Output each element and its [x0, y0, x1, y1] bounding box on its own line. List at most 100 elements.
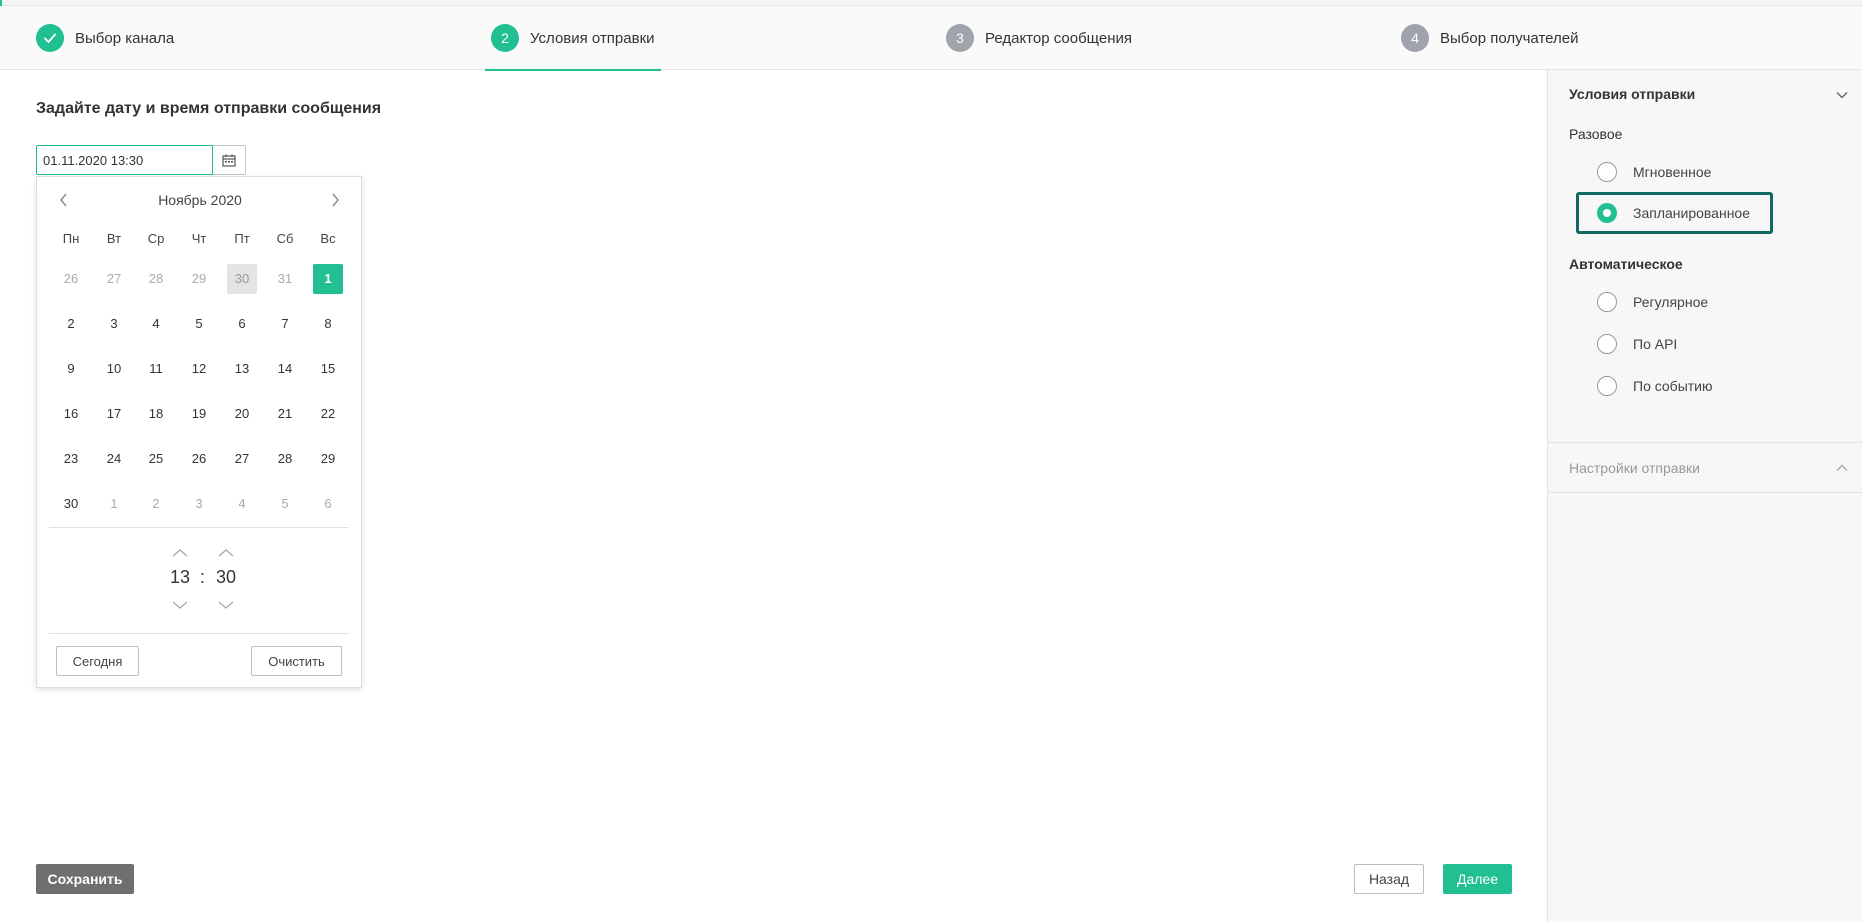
send-conditions-panel: Условия отправки Разовое Мгновенное Запл… — [1547, 70, 1862, 922]
calendar-day[interactable]: 20 — [227, 399, 257, 429]
calendar-day[interactable]: 5 — [270, 489, 300, 519]
calendar-day[interactable]: 8 — [313, 309, 343, 339]
step-channel[interactable]: Выбор канала — [36, 6, 174, 70]
calendar-day[interactable]: 26 — [184, 444, 214, 474]
calendar-day[interactable]: 13 — [227, 354, 257, 384]
next-button[interactable]: Далее — [1443, 864, 1512, 894]
group-label-auto: Автоматическое — [1569, 256, 1683, 272]
calendar-day[interactable]: 16 — [56, 399, 86, 429]
calendar-day[interactable]: 18 — [141, 399, 171, 429]
calendar-day[interactable]: 7 — [270, 309, 300, 339]
calendar-day[interactable]: 14 — [270, 354, 300, 384]
hour-up-button[interactable] — [168, 545, 192, 561]
calendar-day[interactable]: 2 — [56, 309, 86, 339]
calendar-day[interactable]: 22 — [313, 399, 343, 429]
divider — [1548, 442, 1862, 443]
calendar-day-selected[interactable]: 1 — [313, 264, 343, 294]
calendar-day[interactable]: 5 — [184, 309, 214, 339]
radio-circle-checked — [1597, 203, 1617, 223]
radio-event[interactable]: По событию — [1597, 375, 1713, 397]
panel-title: Условия отправки — [1569, 86, 1696, 102]
clear-button[interactable]: Очистить — [251, 646, 342, 676]
datetime-input[interactable]: 01.11.2020 13:30 — [36, 145, 213, 175]
calendar-day-today[interactable]: 30 — [227, 264, 257, 294]
collapse-panel-button[interactable] — [1834, 87, 1850, 103]
calendar-day[interactable]: 21 — [270, 399, 300, 429]
chevron-down-icon — [218, 601, 234, 609]
active-step-underline — [485, 69, 661, 71]
radio-circle — [1597, 334, 1617, 354]
calendar-day[interactable]: 9 — [56, 354, 86, 384]
chevron-up-icon — [1836, 464, 1848, 471]
divider — [49, 633, 349, 634]
step-label: Условия отправки — [530, 29, 655, 47]
hour-down-button[interactable] — [168, 597, 192, 613]
calendar-day[interactable]: 3 — [184, 489, 214, 519]
calendar-day[interactable]: 27 — [227, 444, 257, 474]
calendar-button[interactable] — [213, 145, 246, 175]
step-label: Выбор канала — [75, 29, 175, 47]
calendar-day[interactable]: 26 — [56, 264, 86, 294]
divider — [49, 527, 349, 528]
calendar-day[interactable]: 3 — [99, 309, 129, 339]
chevron-up-icon — [218, 549, 234, 557]
page-title: Задайте дату и время отправки сообщения — [36, 100, 382, 117]
calendar-day[interactable]: 17 — [99, 399, 129, 429]
weekday-label: Вт — [106, 231, 122, 246]
datepicker-popup: Ноябрь 2020 Пн Вт Ср Чт Пт Сб Вс 26 27 2… — [36, 176, 362, 688]
step-number: 3 — [946, 24, 974, 52]
divider — [1548, 492, 1862, 493]
step-editor[interactable]: 3 Редактор сообщения — [946, 6, 1132, 70]
step-label: Выбор получателей — [1440, 29, 1579, 47]
calendar-day[interactable]: 25 — [141, 444, 171, 474]
radio-instant[interactable]: Мгновенное — [1597, 161, 1711, 183]
send-settings-header[interactable]: Настройки отправки — [1569, 460, 1700, 476]
weekday-label: Вс — [320, 231, 336, 246]
calendar-day[interactable]: 12 — [184, 354, 214, 384]
radio-circle — [1597, 292, 1617, 312]
calendar-day[interactable]: 10 — [99, 354, 129, 384]
calendar-day[interactable]: 2 — [141, 489, 171, 519]
radio-api[interactable]: По API — [1597, 333, 1677, 355]
calendar-day[interactable]: 15 — [313, 354, 343, 384]
calendar-day[interactable]: 23 — [56, 444, 86, 474]
minute-down-button[interactable] — [214, 597, 238, 613]
step-recipients[interactable]: 4 Выбор получателей — [1401, 6, 1578, 70]
calendar-day[interactable]: 29 — [184, 264, 214, 294]
step-conditions[interactable]: 2 Условия отправки — [485, 6, 661, 71]
calendar-day[interactable]: 28 — [141, 264, 171, 294]
check-icon — [36, 24, 64, 52]
calendar-day[interactable]: 27 — [99, 264, 129, 294]
minute-value[interactable]: 30 — [206, 567, 246, 588]
calendar-day[interactable]: 19 — [184, 399, 214, 429]
step-number: 4 — [1401, 24, 1429, 52]
chevron-down-icon — [172, 601, 188, 609]
expand-settings-button[interactable] — [1834, 460, 1850, 476]
weekday-label: Пн — [62, 231, 80, 246]
save-button[interactable]: Сохранить — [36, 864, 134, 894]
radio-scheduled[interactable]: Запланированное — [1597, 202, 1750, 224]
calendar-day[interactable]: 29 — [313, 444, 343, 474]
chevron-right-icon — [332, 193, 339, 207]
radio-regular[interactable]: Регулярное — [1597, 291, 1708, 313]
calendar-day[interactable]: 6 — [313, 489, 343, 519]
today-button[interactable]: Сегодня — [56, 646, 139, 676]
group-label-one-time: Разовое — [1569, 126, 1623, 142]
calendar-day[interactable]: 28 — [270, 444, 300, 474]
back-button[interactable]: Назад — [1354, 864, 1424, 894]
calendar-day[interactable]: 30 — [56, 489, 86, 519]
time-separator: : — [200, 567, 206, 587]
calendar-day[interactable]: 1 — [99, 489, 129, 519]
minute-up-button[interactable] — [214, 545, 238, 561]
calendar-day[interactable]: 31 — [270, 264, 300, 294]
stepper: Выбор канала 2 Условия отправки 3 Редакт… — [0, 6, 1862, 71]
next-month-button[interactable] — [325, 190, 345, 210]
hour-value[interactable]: 13 — [160, 567, 200, 588]
calendar-day[interactable]: 4 — [141, 309, 171, 339]
calendar-day[interactable]: 24 — [99, 444, 129, 474]
step-number: 2 — [491, 24, 519, 52]
calendar-day[interactable]: 4 — [227, 489, 257, 519]
calendar-day[interactable]: 11 — [141, 354, 171, 384]
calendar-day[interactable]: 6 — [227, 309, 257, 339]
radio-label: По API — [1633, 336, 1678, 352]
